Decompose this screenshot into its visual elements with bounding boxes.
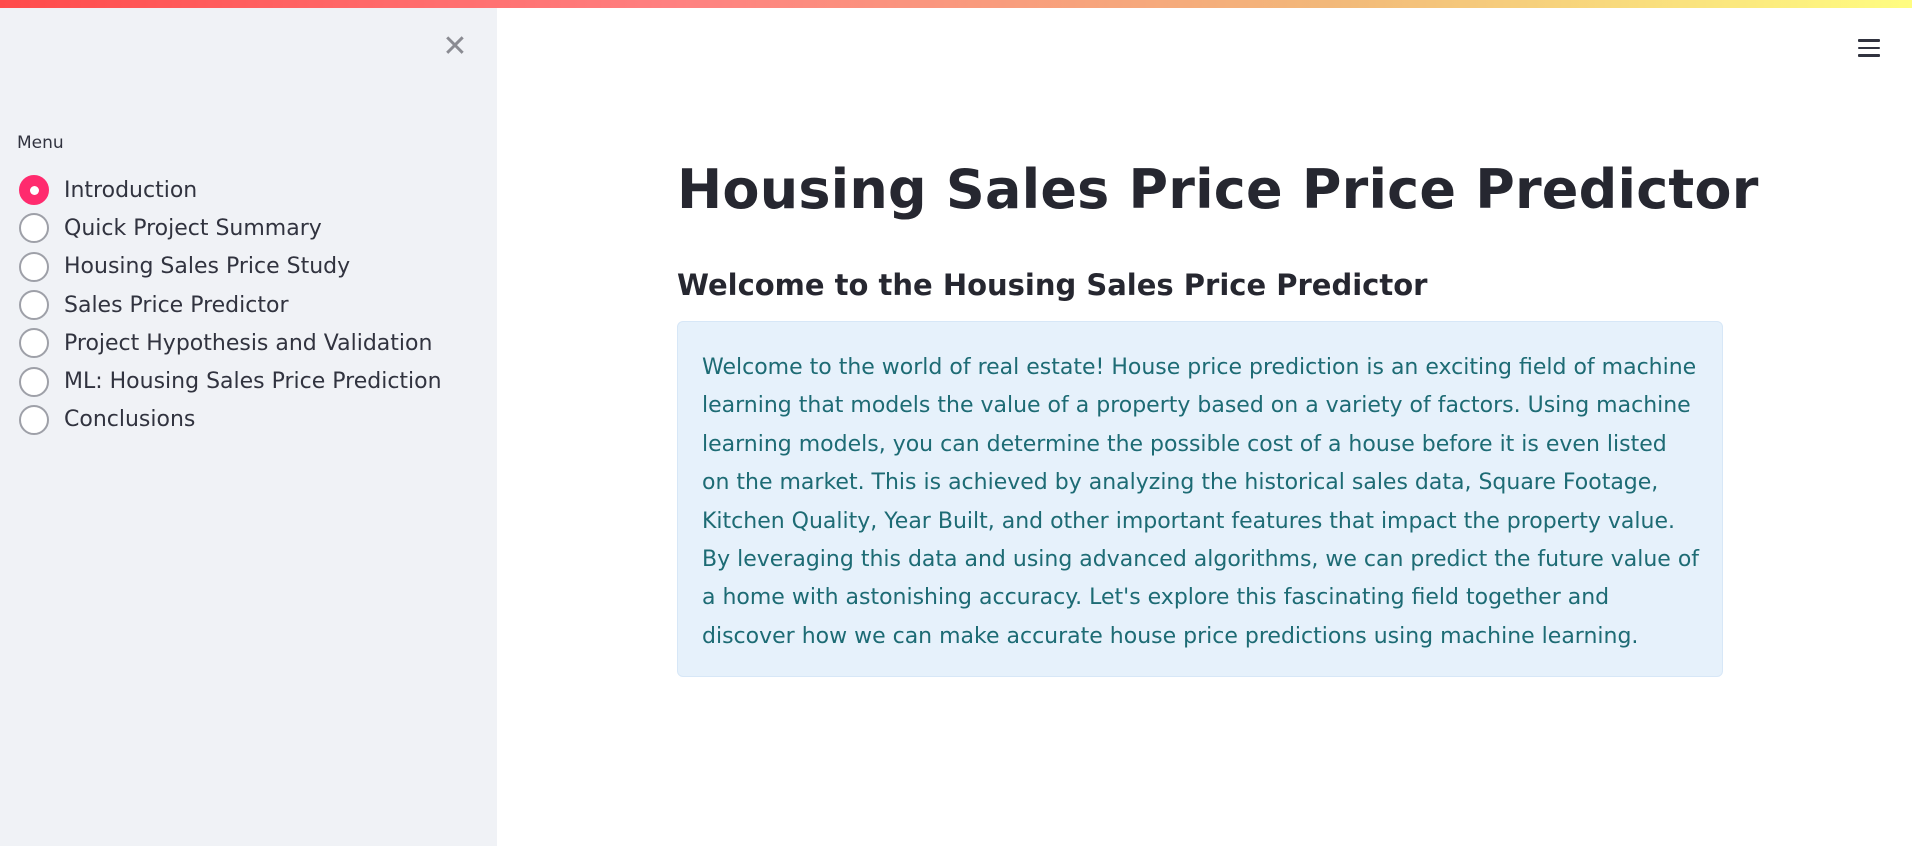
radio-option-label: Sales Price Predictor	[64, 292, 289, 318]
radio-option-label: Housing Sales Price Study	[64, 254, 351, 280]
navigation-radio-group: Introduction Quick Project Summary Housi…	[19, 171, 442, 439]
radio-button-icon	[19, 290, 49, 321]
radio-option-housing-sales-price-study[interactable]: Housing Sales Price Study	[19, 248, 442, 286]
radio-option-sales-price-predictor[interactable]: Sales Price Predictor	[19, 286, 442, 324]
radio-option-ml-prediction[interactable]: ML: Housing Sales Price Prediction	[19, 362, 442, 400]
sidebar: ✕ Menu Introduction Quick Project Summar…	[0, 0, 497, 846]
radio-button-icon	[19, 251, 49, 282]
radio-button-icon	[19, 366, 49, 397]
page-subtitle: Welcome to the Housing Sales Price Predi…	[677, 268, 1428, 302]
close-sidebar-button[interactable]: ✕	[438, 30, 472, 64]
top-decoration-bar	[0, 0, 1912, 8]
radio-selected-dot	[29, 185, 39, 195]
radio-option-project-hypothesis[interactable]: Project Hypothesis and Validation	[19, 324, 442, 362]
page-title: Housing Sales Price Price Predictor	[677, 158, 1759, 221]
info-text: Welcome to the world of real estate! Hou…	[702, 355, 1700, 649]
radio-option-label: Conclusions	[64, 407, 196, 433]
menu-label: Menu	[17, 133, 64, 153]
info-box: Welcome to the world of real estate! Hou…	[677, 321, 1723, 677]
radio-option-introduction[interactable]: Introduction	[19, 171, 442, 209]
radio-button-icon	[19, 213, 49, 244]
radio-option-label: Quick Project Summary	[64, 215, 322, 241]
radio-button-icon	[19, 175, 49, 206]
radio-option-quick-project-summary[interactable]: Quick Project Summary	[19, 209, 442, 247]
close-icon: ✕	[442, 29, 468, 64]
radio-option-label: Introduction	[64, 177, 198, 203]
radio-button-icon	[19, 328, 49, 359]
radio-option-label: ML: Housing Sales Price Prediction	[64, 369, 442, 395]
radio-option-label: Project Hypothesis and Validation	[64, 330, 433, 356]
hamburger-menu-icon[interactable]	[1856, 36, 1882, 60]
radio-button-icon	[19, 404, 49, 435]
main-content: Housing Sales Price Price Predictor Welc…	[497, 0, 1912, 846]
radio-option-conclusions[interactable]: Conclusions	[19, 401, 442, 439]
